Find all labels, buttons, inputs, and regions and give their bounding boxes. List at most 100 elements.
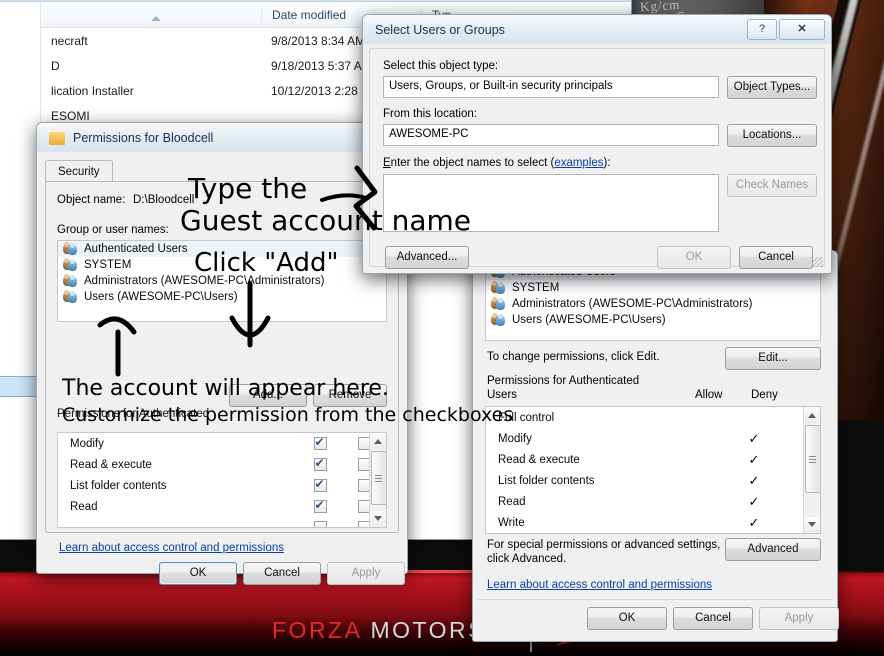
users-icon (491, 281, 507, 295)
learn-about-access-control-link-front[interactable]: Learn about access control and permissio… (59, 542, 284, 554)
list-item[interactable]: Users (AWESOME-PC\Users) (486, 312, 820, 328)
allow-checkbox[interactable] (313, 498, 327, 513)
table-row[interactable]: List folder contents ✓ (486, 470, 820, 491)
nav-item-11[interactable]: o nikah (0, 271, 40, 292)
nav-item-7[interactable]: ktop F (0, 173, 40, 194)
nav-item-6[interactable]: ktop F (0, 152, 40, 173)
nav-item-9[interactable]: tronic (0, 215, 40, 236)
nav-item-12[interactable]: m Tab (0, 292, 40, 313)
help-button[interactable]: ? (747, 19, 777, 40)
table-row[interactable]: List folder contents (58, 475, 386, 496)
table-row-partial[interactable] (58, 517, 386, 527)
allow-checkbox[interactable] (313, 435, 327, 450)
ok-button-front[interactable]: OK (159, 562, 237, 585)
table-row[interactable]: Modify ✓ (486, 428, 820, 449)
allow-checkbox[interactable] (313, 477, 327, 492)
permissions-grid-front[interactable]: Modify Read & execute List folder conten… (57, 432, 387, 528)
list-item[interactable]: Authenticated Users (58, 241, 386, 257)
scrollbar-thumb[interactable] (371, 451, 386, 505)
nav-item-16-selected[interactable]: 8/16/2 (0, 376, 40, 397)
cancel-button[interactable]: Cancel (673, 607, 753, 630)
allow-checkbox[interactable] (313, 521, 327, 527)
allow-checkbox[interactable] (313, 456, 327, 471)
tab-security[interactable]: Security (45, 160, 113, 183)
nav-item-8[interactable]: wnload (0, 194, 40, 215)
permission-allow[interactable] (298, 456, 342, 471)
object-names-input[interactable] (383, 174, 719, 232)
object-name-label: Object name: (57, 194, 126, 206)
list-item[interactable]: SYSTEM (486, 280, 820, 296)
permission-allow[interactable] (298, 498, 342, 513)
nav-item-0[interactable]: ESOMI (0, 26, 40, 47)
permission-allow[interactable] (298, 435, 342, 450)
check-names-button: Check Names (727, 174, 817, 197)
nav-item-4[interactable]: a Seko (0, 110, 40, 131)
permissions-for-label-front: Permissions for Authenticated (57, 408, 210, 420)
close-icon[interactable]: ✕ (779, 19, 825, 40)
nav-item-2[interactable]: MPUTE (0, 68, 40, 89)
locations-button[interactable]: Locations... (727, 124, 817, 147)
table-row[interactable]: Full control (486, 407, 820, 428)
resize-grip-icon[interactable] (813, 257, 823, 267)
list-item[interactable]: Administrators (AWESOME-PC\Administrator… (486, 296, 820, 312)
screen: Kg/cm 4 6 8 FORZAMOTORSPORT in library S… (0, 0, 884, 656)
nav-item-1[interactable]: odcell (0, 47, 40, 68)
table-row[interactable]: Write ✓ (486, 512, 820, 533)
add-button[interactable]: Add... (229, 384, 307, 407)
list-item[interactable]: Users (AWESOME-PC\Users) (58, 289, 386, 305)
group-user-names-list-back[interactable]: Authenticated Users SYSTEM Administrator… (485, 263, 821, 341)
sort-ascending-icon (151, 15, 161, 21)
select-users-titlebar[interactable]: Select Users or Groups ? ✕ (363, 15, 831, 44)
scroll-up-icon[interactable] (370, 433, 386, 449)
apply-button: Apply (759, 607, 839, 630)
users-icon (491, 297, 507, 311)
edit-button[interactable]: Edit... (725, 347, 821, 370)
users-icon (63, 258, 79, 272)
nav-item-14[interactable]: nes (0, 334, 40, 355)
advanced-hint-line1: For special permissions or advanced sett… (487, 539, 721, 551)
cancel-button-front[interactable]: Cancel (243, 562, 321, 585)
permissions-scrollbar-front[interactable] (369, 433, 386, 527)
permission-allow-check-icon: ✓ (748, 494, 760, 509)
nav-item-5[interactable]: M (0, 131, 40, 152)
remove-button[interactable]: Remove (313, 384, 387, 407)
examples-link[interactable]: examples (554, 157, 603, 169)
select-users-or-groups-dialog[interactable]: Select Users or Groups ? ✕ Select this o… (362, 14, 832, 274)
cancel-button-select-users[interactable]: Cancel (739, 246, 813, 269)
users-icon (63, 290, 79, 304)
advanced-button[interactable]: Advanced (725, 538, 821, 561)
object-type-field[interactable]: Users, Groups, or Built-in security prin… (383, 76, 719, 98)
group-user-names-list-front[interactable]: Authenticated Users SYSTEM Administrator… (57, 240, 387, 322)
learn-about-access-control-link[interactable]: Learn about access control and permissio… (487, 579, 712, 591)
permissions-dialog-front[interactable]: Permissions for Bloodcell Security Objec… (36, 122, 408, 585)
nav-item-13[interactable]: ne Bac (0, 313, 40, 334)
permissions-front-titlebar[interactable]: Permissions for Bloodcell (37, 123, 407, 152)
nav-item-15[interactable]: nes do (0, 355, 40, 376)
advanced-button-select-users[interactable]: Advanced... (385, 246, 469, 269)
group-or-user-names-label: Group or user names: (57, 224, 169, 236)
object-types-button[interactable]: Object Types... (727, 76, 817, 99)
table-row[interactable]: Modify (58, 433, 386, 454)
table-row[interactable]: Read ✓ (486, 491, 820, 512)
permissions-scrollbar-back[interactable] (803, 407, 820, 533)
table-row[interactable]: Read & execute (58, 454, 386, 475)
table-row[interactable]: Read (58, 496, 386, 517)
scrollbar-thumb[interactable] (805, 425, 820, 493)
scroll-up-icon[interactable] (804, 407, 820, 423)
tabstrip: Security (45, 160, 399, 183)
table-row[interactable]: Read & execute ✓ (486, 449, 820, 470)
ok-button[interactable]: OK (587, 607, 667, 630)
permission-allow[interactable] (298, 477, 342, 492)
list-item[interactable]: Administrators (AWESOME-PC\Administrator… (58, 273, 386, 289)
select-users-title: Select Users or Groups (375, 22, 505, 37)
scroll-down-icon[interactable] (804, 517, 820, 533)
permissions-dialog-back[interactable]: Authenticated Users SYSTEM Administrator… (472, 250, 839, 642)
nav-item-3[interactable]: a Kerja (0, 89, 40, 110)
permission-allow[interactable] (298, 521, 342, 527)
permissions-grid-back[interactable]: Full control Modify ✓ Read & execute ✓ L… (485, 406, 821, 534)
location-field[interactable]: AWESOME-PC (383, 124, 719, 146)
explorer-navigation-pane[interactable]: ESOMI odcell MPUTE a Kerja a Seko M ktop… (0, 2, 41, 538)
list-item[interactable]: SYSTEM (58, 257, 386, 273)
nav-item-10[interactable]: tudio (0, 250, 40, 271)
scroll-down-icon[interactable] (370, 511, 386, 527)
